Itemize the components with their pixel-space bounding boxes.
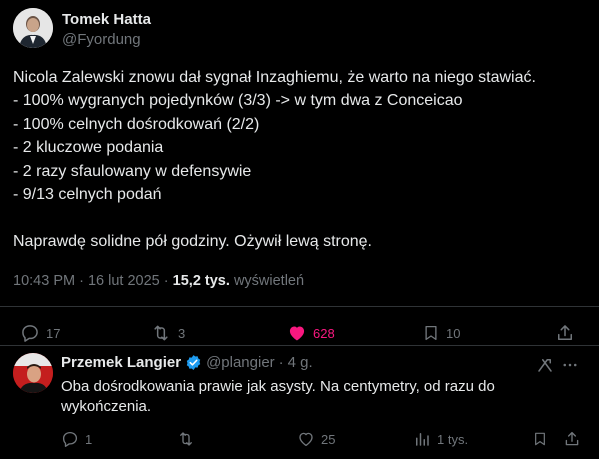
bookmark-count: 10 <box>446 325 461 341</box>
bookmark-icon <box>535 432 545 446</box>
reply-count: 17 <box>46 325 61 341</box>
views-count: 1 tys. <box>437 431 469 447</box>
author-handle[interactable]: @Fyordung <box>62 31 141 48</box>
author-name[interactable]: Tomek Hatta <box>62 11 151 28</box>
share-icon <box>558 325 572 340</box>
like-button[interactable]: 628 <box>287 323 335 343</box>
tweet-line: - 2 kluczowe podania <box>13 139 164 157</box>
tweet-line: - 100% wygranych pojedynków (3/3) -> w t… <box>13 92 463 110</box>
reply-icon <box>62 431 78 447</box>
like-count: 25 <box>321 431 336 447</box>
verified-badge-icon <box>186 355 201 370</box>
meta-separator: · <box>163 273 169 289</box>
reply-share-button[interactable] <box>563 430 581 448</box>
divider <box>0 345 599 346</box>
tweet-time[interactable]: 10:43 PM <box>13 273 75 289</box>
bookmark-icon <box>425 325 437 341</box>
tweet-line: Nicola Zalewski znowu dał sygnał Inzaghi… <box>13 69 536 86</box>
reply-icon <box>22 325 38 342</box>
retweet-icon <box>180 432 192 446</box>
reply-button[interactable]: 17 <box>20 323 60 343</box>
reply-bookmark-button[interactable] <box>532 430 548 448</box>
meta-separator: · <box>278 354 284 371</box>
heart-icon <box>299 432 313 447</box>
tweet-line: Naprawdę solidne pół godziny. Ożywił lew… <box>13 232 372 250</box>
more-options-icon[interactable] <box>561 356 579 379</box>
reply-text: Oba dośrodkowania prawie jak asysty. Na … <box>61 378 495 415</box>
reply-author-handle[interactable]: @plangier <box>206 354 275 371</box>
heart-icon <box>289 326 305 341</box>
meta-separator: · <box>79 273 84 289</box>
tweet-text: Nicola Zalewski znowu dał sygnał Inzaghi… <box>13 66 588 253</box>
reply-retweet-button[interactable] <box>176 430 202 448</box>
retweet-icon <box>154 325 168 341</box>
bookmark-button[interactable]: 10 <box>422 323 460 343</box>
tweet-line: - 100% celnych dośrodkowań (2/2) <box>13 115 260 133</box>
views-label: wyświetleń <box>233 273 305 289</box>
reply-time[interactable]: 4 g. <box>288 354 313 371</box>
like-count: 628 <box>313 325 335 341</box>
reply-views-button[interactable]: 1 tys. <box>413 430 468 448</box>
reply-like-button[interactable]: 25 <box>297 430 335 448</box>
share-button[interactable] <box>555 323 575 343</box>
author-avatar[interactable] <box>13 8 53 48</box>
retweet-count: 3 <box>178 325 186 341</box>
retweet-button[interactable]: 3 <box>150 323 185 343</box>
tweet-line <box>13 206 588 229</box>
tweet-line: - 2 razy sfaulowany w defensywie <box>13 162 252 180</box>
tweet-line: - 9/13 celnych podań <box>13 185 162 203</box>
reply-author-avatar[interactable] <box>13 353 53 393</box>
reply-reply-button[interactable]: 1 <box>61 430 92 448</box>
tweet-meta: 10:43 PM · 16 lut 2025 · 15,2 tys. wyświ… <box>13 273 304 289</box>
reply-author-name[interactable]: Przemek Langier <box>61 354 181 371</box>
analytics-icon <box>416 433 429 446</box>
tweet-date[interactable]: 16 lut 2025 <box>88 273 160 289</box>
divider <box>0 306 599 307</box>
views-count: 15,2 tys. <box>172 273 230 289</box>
share-icon <box>565 431 579 446</box>
reply-header: Przemek Langier @plangier · 4 g. <box>61 354 313 371</box>
grok-icon[interactable] <box>536 356 554 379</box>
reply-count: 1 <box>85 431 93 447</box>
